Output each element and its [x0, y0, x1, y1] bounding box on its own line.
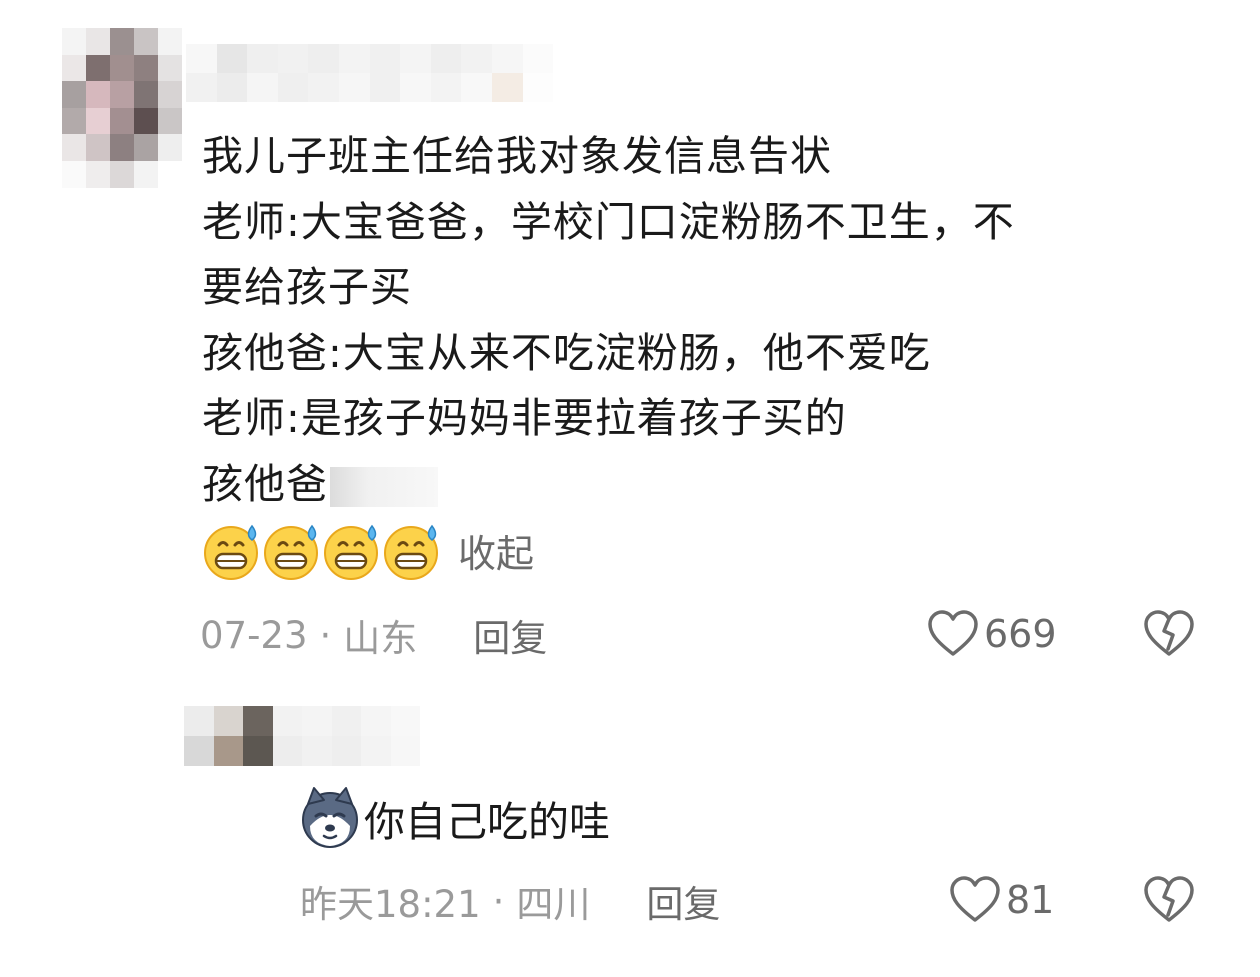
collapse-button[interactable]: 收起: [458, 523, 534, 578]
commenter-name-pixelated[interactable]: [186, 44, 554, 102]
grin-sweat-emoji-icon: [384, 524, 438, 580]
reply-to-reply-button[interactable]: 回复: [646, 874, 720, 928]
commenter-avatar-pixelated[interactable]: [62, 28, 182, 188]
heart-outline-icon: [928, 610, 978, 656]
comment-line: 老师:是孩子妈妈非要拉着孩子买的: [202, 394, 847, 442]
meta-separator: ·: [492, 879, 505, 923]
grin-sweat-emoji-icon: [204, 524, 258, 580]
emoji-row: 收起: [200, 518, 534, 582]
grin-sweat-emoji-icon: [324, 524, 378, 580]
broken-heart-icon[interactable]: [1142, 609, 1196, 659]
reply-button[interactable]: 回复: [473, 608, 547, 662]
obscured-text-blur: [330, 466, 438, 507]
replier-avatar-name-pixelated[interactable]: [184, 706, 420, 766]
reply-like-button[interactable]: 81: [948, 872, 1054, 928]
heart-outline-icon: [950, 876, 1000, 922]
reply-text: 你自己吃的哇: [364, 798, 610, 846]
comment-meta: 07-23 · 山东 回复: [200, 608, 547, 662]
comment-body: 我儿子班主任给我对象发信息告状 老师:大宝爸爸，学校门口淀粉肠不卫生，不 要给孩…: [202, 124, 1202, 517]
comment-line: 孩他爸:大宝从来不吃淀粉肠，他不爱吃: [202, 328, 931, 377]
reply-like-count: 81: [1006, 878, 1055, 922]
comment-date: 07-23: [200, 613, 308, 657]
comment-line: 我儿子班主任给我对象发信息告状: [202, 132, 832, 180]
comment-line: 老师:大宝爸爸，学校门口淀粉肠不卫生，不: [202, 197, 1015, 246]
reply-location: 四川: [516, 883, 591, 926]
comment-line: 要给孩子买: [202, 263, 412, 311]
like-button[interactable]: 669: [926, 606, 1057, 662]
broken-heart-icon[interactable]: [1142, 875, 1196, 925]
meta-separator: ·: [319, 613, 332, 657]
reply-meta: 昨天18:21 · 四川 回复: [300, 874, 720, 928]
like-count: 669: [984, 612, 1057, 656]
comment-location: 山东: [343, 617, 418, 660]
reply-body: 你自己吃的哇: [298, 786, 610, 850]
grin-sweat-emoji-icon: [264, 524, 318, 580]
comment-line-text: 孩他爸: [202, 459, 328, 508]
husky-dog-sticker-icon: [302, 787, 358, 848]
reply-time: 昨天18:21: [300, 883, 481, 926]
comment-line-last: 孩他爸: [202, 452, 1202, 518]
